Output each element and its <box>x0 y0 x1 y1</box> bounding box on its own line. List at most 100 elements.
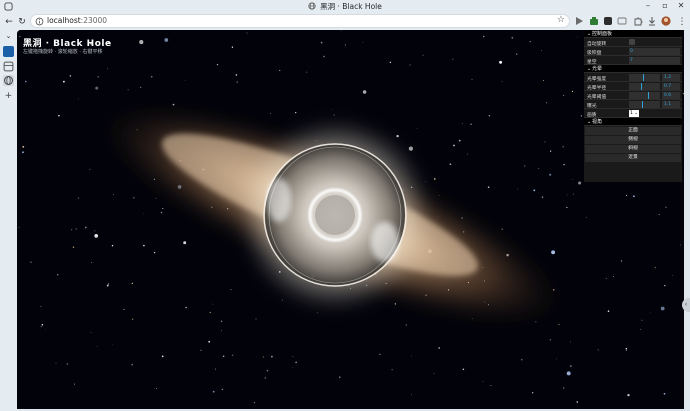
star <box>212 390 215 393</box>
star <box>200 349 202 351</box>
star <box>511 36 514 39</box>
maximize-icon[interactable]: ▫ <box>659 1 671 10</box>
star <box>69 75 72 77</box>
exposure-value[interactable]: 1.1 <box>662 101 680 108</box>
bookmark-star-icon[interactable]: ☆ <box>557 15 565 25</box>
star <box>160 211 163 214</box>
side-panel-handle-icon[interactable]: ‹ <box>682 298 690 312</box>
star <box>153 251 156 254</box>
star <box>544 141 546 143</box>
starfield-field[interactable]: 7 <box>629 57 680 64</box>
row-auto-rotate: 自动旋转 <box>584 38 682 47</box>
view-close-button[interactable]: 近景 <box>585 154 681 162</box>
quality-select[interactable]: 1 ⌄ <box>629 110 639 117</box>
star <box>266 369 269 372</box>
star <box>578 181 582 185</box>
glow-strength-value[interactable]: 1.2 <box>662 74 680 81</box>
folder-glow[interactable]: ⌄光晕 <box>584 65 682 73</box>
site-info-icon[interactable] <box>35 17 44 26</box>
tab-favicon-blue[interactable] <box>3 46 14 57</box>
exposure-slider[interactable] <box>629 101 660 108</box>
star <box>44 328 46 330</box>
star <box>663 392 666 395</box>
star <box>57 274 59 276</box>
star <box>339 376 341 378</box>
glow-radius-slider[interactable] <box>629 83 660 90</box>
auto-rotate-label: 自动旋转 <box>587 42 607 47</box>
extension-green-icon[interactable] <box>589 16 599 26</box>
downloads-icon[interactable] <box>647 16 657 26</box>
star <box>453 144 455 147</box>
star <box>452 58 454 60</box>
glow-radius-value[interactable]: 0.7 <box>662 83 680 90</box>
close-icon[interactable]: ✕ <box>675 1 687 10</box>
tab-favicon-globe-icon[interactable] <box>3 75 14 86</box>
quality-label: 画质 <box>587 113 597 118</box>
star <box>633 195 635 198</box>
star <box>501 228 503 230</box>
glow-strength-label: 光晕强度 <box>587 77 607 82</box>
star <box>161 355 164 358</box>
star <box>295 112 297 114</box>
vertical-tabs-sidebar: ⌄ + <box>0 30 17 411</box>
extension-tag-icon[interactable] <box>617 16 627 26</box>
star <box>516 53 518 55</box>
star <box>306 71 308 73</box>
glow-threshold-label: 光晕阈值 <box>587 95 607 100</box>
star <box>127 89 129 91</box>
star <box>220 320 223 322</box>
star <box>490 384 492 386</box>
star <box>55 362 57 364</box>
star <box>362 90 367 94</box>
profile-avatar[interactable] <box>661 16 671 26</box>
star <box>111 344 113 345</box>
more-menu-icon[interactable]: ⋮ <box>676 16 688 28</box>
collapse-chevron-icon[interactable]: ⌄ <box>3 32 14 43</box>
star <box>458 139 461 142</box>
extensions-puzzle-icon[interactable] <box>633 16 643 26</box>
star <box>162 208 164 209</box>
folder-controls[interactable]: ⌄控制面板 <box>584 30 682 38</box>
auto-rotate-checkbox[interactable] <box>629 39 635 45</box>
star <box>255 318 257 320</box>
star <box>625 349 627 351</box>
folder-view[interactable]: ⌄视角 <box>584 118 682 126</box>
extension-dark-icon[interactable] <box>603 16 613 26</box>
star <box>625 194 628 197</box>
star <box>113 194 115 195</box>
star <box>571 178 573 180</box>
star <box>320 41 323 44</box>
reload-icon[interactable]: ↻ <box>16 16 28 28</box>
address-bar[interactable]: localhost:23000 ☆ <box>30 14 570 28</box>
window-title: 黑洞 · Black Hole <box>0 1 690 12</box>
globe-icon <box>308 2 316 10</box>
minimize-icon[interactable]: – <box>642 1 654 10</box>
glow-strength-slider[interactable] <box>629 74 660 81</box>
star <box>379 353 381 356</box>
new-tab-plus-icon[interactable]: + <box>3 91 14 102</box>
star <box>133 196 135 199</box>
star <box>425 180 426 182</box>
play-icon[interactable] <box>574 16 584 26</box>
back-icon[interactable]: ← <box>3 16 15 28</box>
star <box>570 365 572 367</box>
glow-threshold-slider[interactable] <box>629 92 660 99</box>
tab-favicon-frame-icon[interactable] <box>3 61 14 72</box>
star <box>408 146 414 151</box>
star <box>471 78 473 80</box>
star <box>566 371 571 376</box>
accretion-disk-field[interactable]: 0 <box>629 48 680 55</box>
star <box>66 363 69 365</box>
star <box>292 356 294 357</box>
view-oblique-button[interactable]: 斜视 <box>585 145 681 153</box>
view-front-button[interactable]: 正面 <box>585 127 681 135</box>
star <box>222 355 225 358</box>
star <box>572 193 574 195</box>
star <box>665 206 667 208</box>
glow-threshold-value[interactable]: 0.6 <box>662 92 680 99</box>
view-side-button[interactable]: 侧视 <box>585 136 681 144</box>
star <box>605 277 607 279</box>
star <box>22 151 24 153</box>
star <box>106 68 108 70</box>
star <box>344 44 346 46</box>
